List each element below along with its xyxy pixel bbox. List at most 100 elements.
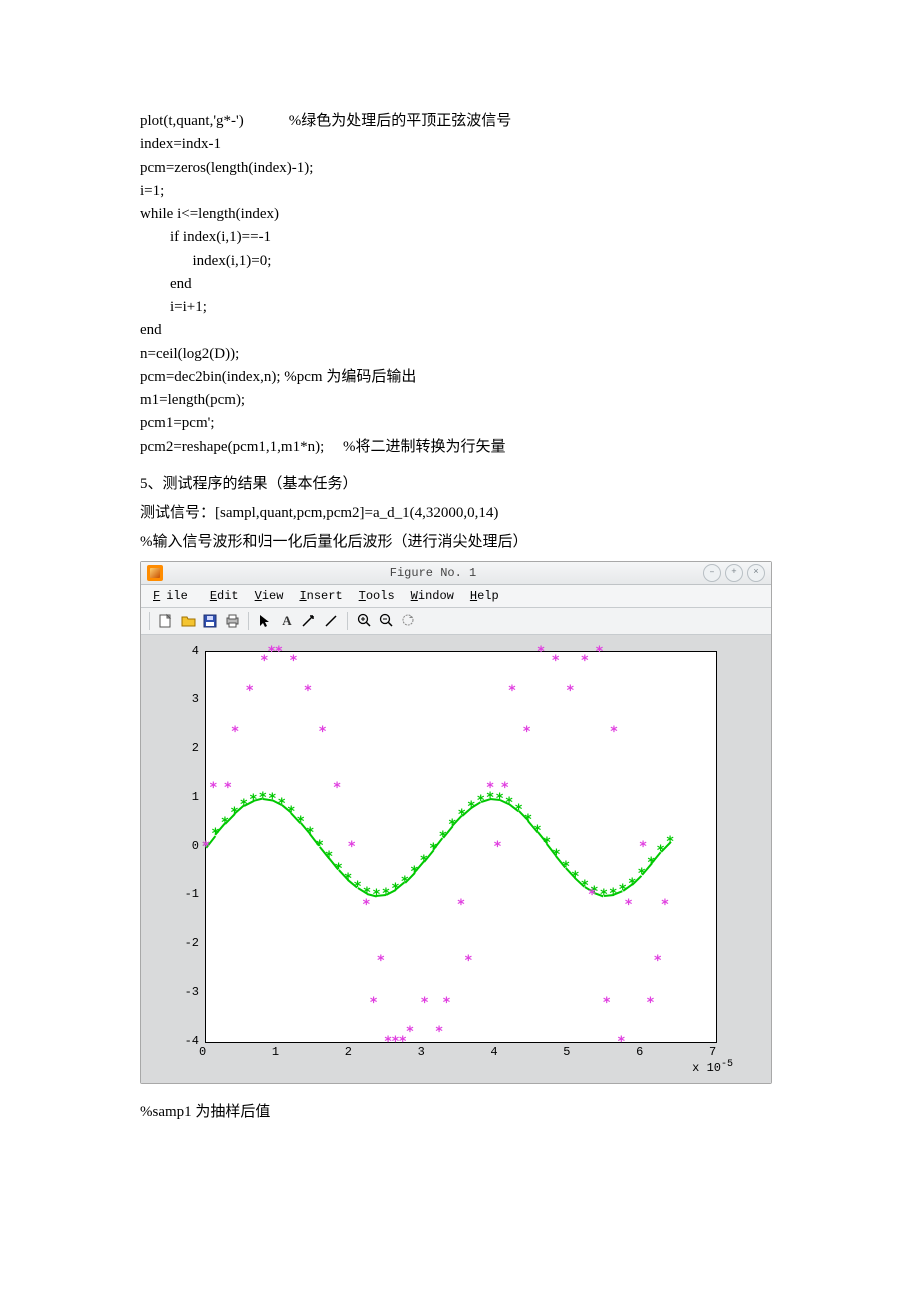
save-icon[interactable] xyxy=(200,611,220,631)
text-tool-icon[interactable]: A xyxy=(277,611,297,631)
section-heading: 测试信号：[sampl,quant,pcm,pcm2]=a_d_1(4,3200… xyxy=(140,502,780,525)
data-marker: * xyxy=(221,816,229,830)
data-marker: * xyxy=(609,887,617,901)
section-heading: %输入信号波形和归一化后量化后波形（进行消尖处理后） xyxy=(140,531,780,554)
code-line: if index(i,1)==-1 xyxy=(140,229,271,245)
menu-file[interactable]: File xyxy=(147,588,200,604)
zoom-out-icon[interactable] xyxy=(376,611,396,631)
menu-window[interactable]: Window xyxy=(405,588,460,604)
code-line: pcm2=reshape(pcm1,1,m1*n); %将二进制转换为行矢量 xyxy=(140,439,506,455)
data-marker: * xyxy=(353,880,361,894)
y-tick-label: 3 xyxy=(161,692,205,706)
data-marker: * xyxy=(429,842,437,856)
rotate-icon[interactable] xyxy=(398,611,418,631)
x-tick-label: 5 xyxy=(563,1045,570,1059)
y-tick-label: -3 xyxy=(161,985,205,999)
data-marker: * xyxy=(325,850,333,864)
data-marker: * xyxy=(344,872,352,886)
data-marker: * xyxy=(619,883,627,897)
axes[interactable]: ****************************************… xyxy=(205,651,717,1043)
data-marker: * xyxy=(571,870,579,884)
data-marker: * xyxy=(486,781,494,795)
menu-help[interactable]: Help xyxy=(464,588,505,604)
data-marker: * xyxy=(581,654,589,668)
code-block: plot(t,quant,'g*-') %绿色为处理后的平顶正弦波信号 inde… xyxy=(140,110,780,459)
data-marker: * xyxy=(639,840,647,854)
x-tick-label: 0 xyxy=(199,1045,206,1059)
data-marker: * xyxy=(666,835,674,849)
data-marker: * xyxy=(306,826,314,840)
data-marker: * xyxy=(552,848,560,862)
data-marker: * xyxy=(610,725,618,739)
toolbar-separator xyxy=(149,612,150,630)
code-line: index=indx-1 xyxy=(140,136,221,152)
data-marker: * xyxy=(537,645,545,659)
data-marker: * xyxy=(566,684,574,698)
data-marker: * xyxy=(458,808,466,822)
data-marker: * xyxy=(333,781,341,795)
x-tick-label: 7 xyxy=(709,1045,716,1059)
code-line: while i<=length(index) xyxy=(140,206,279,222)
data-marker: * xyxy=(211,827,219,841)
data-marker: * xyxy=(391,882,399,896)
data-marker: * xyxy=(231,725,239,739)
data-marker: * xyxy=(406,1025,414,1039)
close-button[interactable]: × xyxy=(747,564,765,582)
print-icon[interactable] xyxy=(222,611,242,631)
y-tick-label: 4 xyxy=(161,644,205,658)
y-tick-label: -1 xyxy=(161,887,205,901)
data-marker: * xyxy=(240,798,248,812)
x-axis-exponent: x 10-5 xyxy=(692,1059,733,1075)
menubar: File Edit View Insert Tools Window Help xyxy=(141,585,771,608)
data-marker: * xyxy=(249,793,257,807)
code-line: pcm=zeros(length(index)-1); xyxy=(140,160,313,176)
code-line: i=i+1; xyxy=(140,299,207,315)
data-marker: * xyxy=(209,781,217,795)
data-marker: * xyxy=(493,840,501,854)
data-marker: * xyxy=(600,888,608,902)
code-line: pcm1=pcm'; xyxy=(140,415,214,431)
data-marker: * xyxy=(442,996,450,1010)
y-tick-label: 2 xyxy=(161,741,205,755)
data-marker: * xyxy=(646,996,654,1010)
new-figure-icon[interactable] xyxy=(156,611,176,631)
x-tick-label: 1 xyxy=(272,1045,279,1059)
data-marker: * xyxy=(435,1025,443,1039)
data-marker: * xyxy=(278,797,286,811)
window-title: Figure No. 1 xyxy=(163,566,703,580)
titlebar[interactable]: Figure No. 1 – + × xyxy=(141,562,771,585)
zoom-in-icon[interactable] xyxy=(354,611,374,631)
open-file-icon[interactable] xyxy=(178,611,198,631)
data-marker: * xyxy=(653,954,661,968)
line-tool-icon[interactable] xyxy=(321,611,341,631)
data-marker: * xyxy=(420,854,428,868)
data-marker: * xyxy=(508,684,516,698)
code-line: end xyxy=(140,276,192,292)
data-marker: * xyxy=(588,888,596,902)
menu-tools[interactable]: Tools xyxy=(353,588,401,604)
x-tick-label: 3 xyxy=(418,1045,425,1059)
menu-view[interactable]: View xyxy=(249,588,290,604)
data-marker: * xyxy=(624,898,632,912)
data-marker: * xyxy=(289,654,297,668)
y-tick-label: 1 xyxy=(161,790,205,804)
data-marker: * xyxy=(420,996,428,1010)
menu-insert[interactable]: Insert xyxy=(293,588,348,604)
menu-edit[interactable]: Edit xyxy=(204,588,245,604)
code-line: end xyxy=(140,322,162,338)
arrow-tool-icon[interactable] xyxy=(299,611,319,631)
data-marker: * xyxy=(384,1035,392,1049)
x-tick-label: 4 xyxy=(490,1045,497,1059)
toolbar-separator xyxy=(347,612,348,630)
data-marker: * xyxy=(268,792,276,806)
data-marker: * xyxy=(230,806,238,820)
data-marker: * xyxy=(514,803,522,817)
data-marker: * xyxy=(464,954,472,968)
pointer-icon[interactable] xyxy=(255,611,275,631)
maximize-button[interactable]: + xyxy=(725,564,743,582)
data-marker: * xyxy=(296,815,304,829)
minimize-button[interactable]: – xyxy=(703,564,721,582)
data-marker: * xyxy=(410,865,418,879)
data-marker: * xyxy=(595,645,603,659)
code-line: n=ceil(log2(D)); xyxy=(140,346,239,362)
